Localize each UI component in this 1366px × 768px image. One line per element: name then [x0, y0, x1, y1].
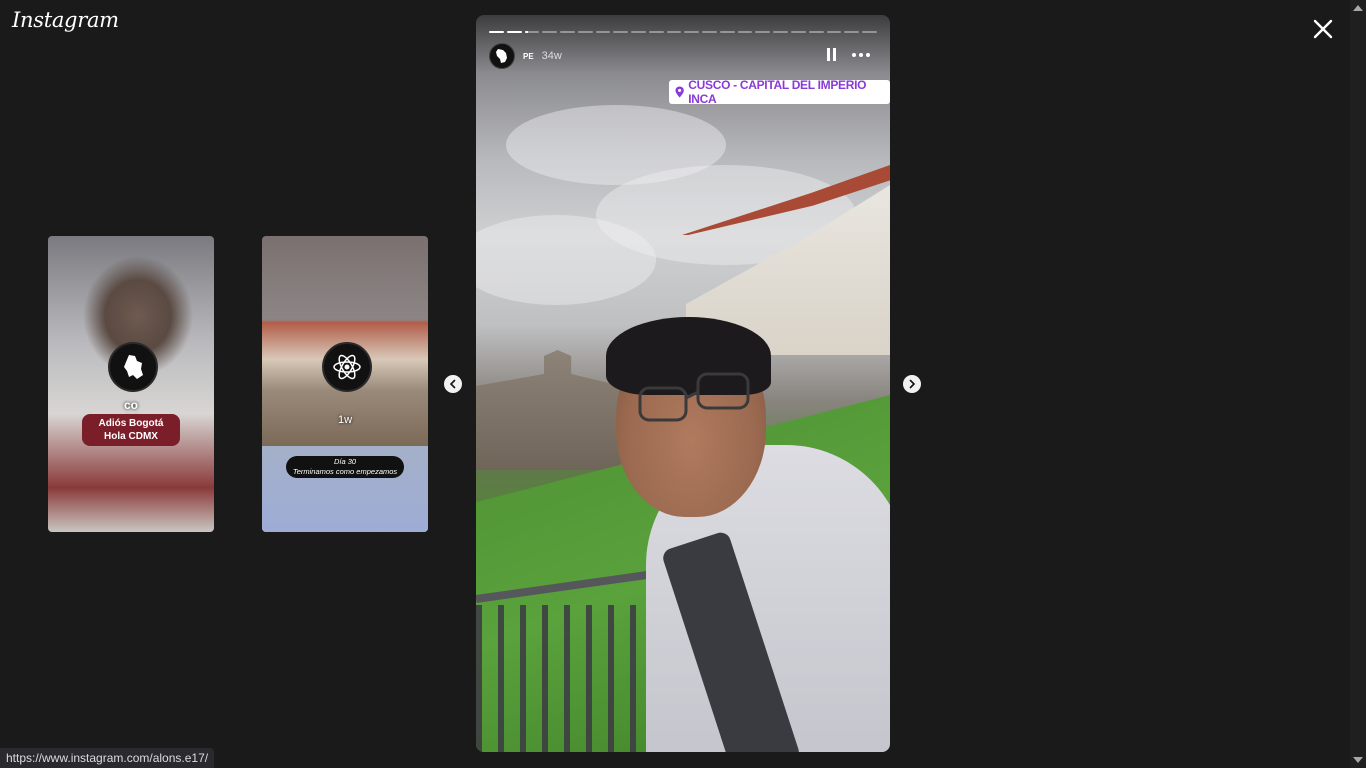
status-bar-url: https://www.instagram.com/alons.e17/	[0, 748, 215, 768]
progress-segment	[542, 31, 558, 33]
progress-segment	[524, 31, 540, 33]
story-header: PE 34w	[489, 43, 562, 69]
progress-segment	[666, 31, 682, 33]
progress-segment	[755, 31, 771, 33]
progress-segment	[648, 31, 664, 33]
location-label: CUSCO - CAPITAL DEL IMPERIO INCA	[688, 78, 867, 106]
story-username[interactable]: PE	[523, 52, 534, 61]
story-preview-2[interactable]: 1w Día 30 Terminamos como empezamos	[262, 236, 428, 532]
progress-segment	[826, 31, 842, 33]
text-sticker: Adiós Bogotá Hola CDMX	[82, 414, 180, 446]
progress-segment	[773, 31, 789, 33]
progress-segment	[719, 31, 735, 33]
progress-segment	[791, 31, 806, 33]
cloud	[476, 215, 656, 305]
close-icon	[1313, 19, 1333, 39]
more-horizontal-icon	[852, 53, 870, 57]
progress-segment	[595, 31, 611, 33]
location-sticker[interactable]: CUSCO - CAPITAL DEL IMPERIO INCA	[669, 78, 890, 106]
progress-segment	[577, 31, 593, 33]
atom-icon	[333, 354, 361, 380]
previous-story-button[interactable]	[444, 375, 462, 393]
scroll-down-icon[interactable]	[1353, 757, 1363, 763]
story-preview-1[interactable]: co 6d Adiós Bogotá Hola CDMX	[48, 236, 214, 532]
progress-segment	[737, 31, 753, 33]
glasses	[638, 372, 750, 422]
scrollbar[interactable]	[1350, 0, 1366, 768]
more-options-button[interactable]	[852, 48, 872, 62]
progress-segment	[684, 31, 700, 33]
story-avatar[interactable]	[489, 43, 515, 69]
close-button[interactable]	[1310, 16, 1336, 42]
chevron-left-icon	[449, 379, 456, 389]
text-sticker: Día 30 Terminamos como empezamos	[286, 456, 404, 478]
story-time: 34w	[541, 50, 562, 62]
progress-segment	[844, 31, 860, 33]
progress-segment	[631, 31, 646, 33]
avatar	[322, 342, 372, 392]
next-story-button[interactable]	[903, 375, 921, 393]
preview-username: co	[123, 398, 138, 412]
scroll-up-icon[interactable]	[1353, 5, 1363, 11]
progress-segment	[506, 31, 522, 33]
colombia-map-icon	[124, 355, 143, 379]
progress-segment	[560, 31, 575, 33]
preview-time: 1w	[337, 414, 353, 426]
story-progress-bar	[489, 31, 877, 33]
progress-segment	[489, 31, 504, 33]
peru-map-icon	[496, 49, 507, 63]
progress-segment	[808, 31, 824, 33]
location-pin-icon	[675, 86, 684, 98]
progress-segment	[862, 31, 877, 33]
avatar	[108, 342, 158, 392]
progress-segment	[613, 31, 629, 33]
instagram-logo[interactable]: Instagram	[12, 8, 119, 32]
pause-button[interactable]	[826, 48, 838, 62]
progress-segment	[702, 31, 717, 33]
story-viewer[interactable]: PE 34w CUSCO - CAPITAL DEL IMPERIO INCA	[476, 15, 890, 752]
chevron-right-icon	[909, 379, 916, 389]
